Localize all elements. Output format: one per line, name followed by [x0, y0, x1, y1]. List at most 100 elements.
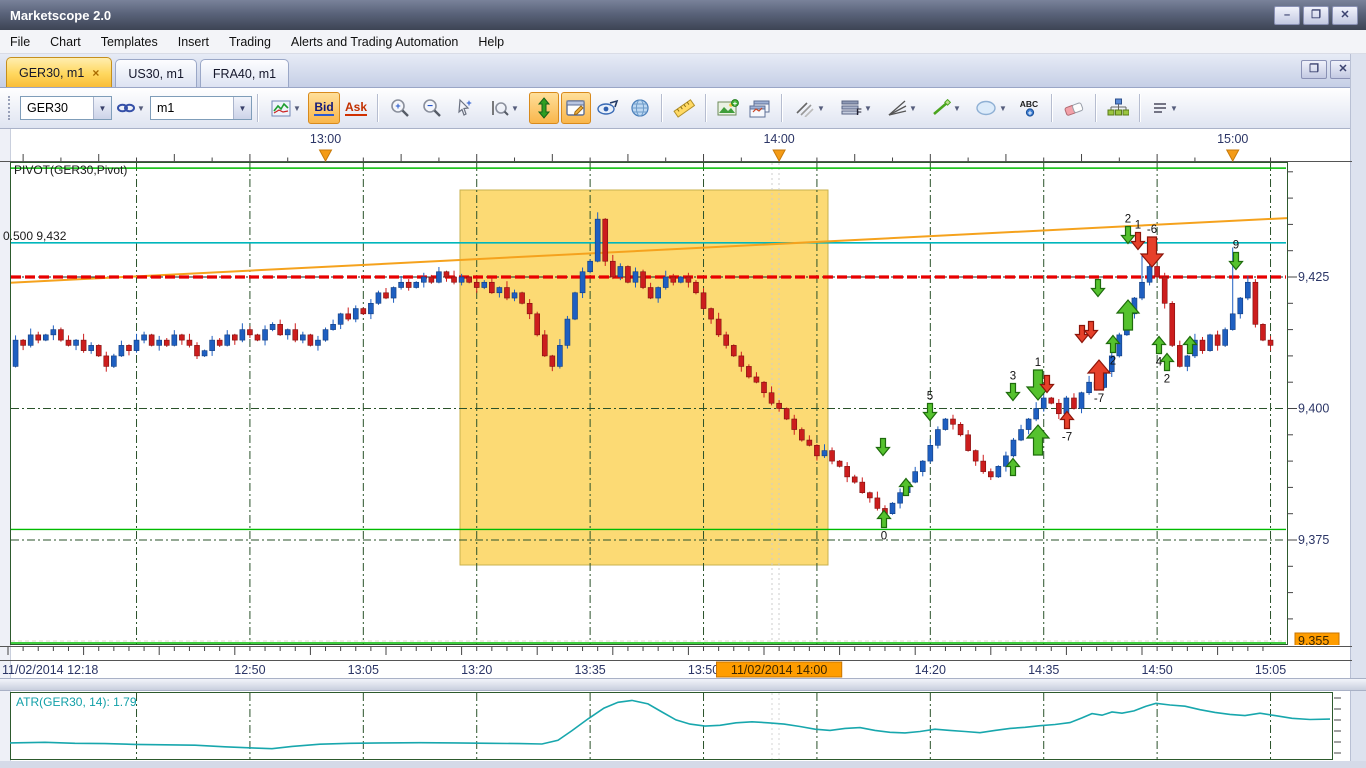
menu-item-trading[interactable]: Trading	[219, 30, 281, 53]
signal-arrow-label: 0	[881, 531, 887, 543]
menu-bar: File Chart Templates Insert Trading Alerts an…	[0, 30, 1366, 54]
chart-type-button[interactable]: ▼	[265, 92, 307, 124]
eraser-icon	[1064, 102, 1084, 116]
globe-icon	[631, 99, 649, 117]
fibonacci-tools-button[interactable]: ▼	[789, 92, 831, 124]
close-button[interactable]: ✕	[1332, 6, 1358, 25]
chevron-down-icon: ▼	[511, 103, 519, 113]
marketscope-window: Marketscope 2.0 – ❐ ✕ File Chart Templates…	[0, 0, 1366, 768]
preview-button[interactable]	[593, 92, 623, 124]
ask-button[interactable]: Ask	[340, 92, 372, 124]
minimize-button[interactable]: –	[1274, 6, 1300, 25]
tab-fra40-m1[interactable]: FRA40, m1	[199, 59, 290, 87]
fib-level-label: 0.500 9,432	[3, 229, 67, 243]
menu-item-insert[interactable]: Insert	[168, 30, 219, 53]
toolbar-options-button[interactable]: ▼	[1147, 92, 1183, 124]
menu-item-help[interactable]: Help	[468, 30, 514, 53]
chevron-down-icon: ▼	[293, 103, 301, 113]
zoom-range-icon	[492, 101, 509, 116]
signal-arrow-label: -6	[1147, 224, 1157, 236]
price-levels-icon: F	[841, 100, 862, 117]
chevron-down-icon: ▼	[864, 103, 872, 113]
close-icon: ✕	[1338, 63, 1348, 75]
add-text-button[interactable]: ABC +	[1015, 92, 1045, 124]
restore-icon: ❐	[1311, 9, 1321, 21]
signal-arrow-label: 5	[927, 391, 933, 403]
signal-arrow-label: 2	[1125, 214, 1131, 226]
tab-label: GER30, m1	[19, 65, 85, 80]
atr-indicator-label: ATR(GER30, 14): 1.79	[16, 695, 137, 709]
pointer-zoom-button[interactable]: +	[449, 92, 479, 124]
menu-item-alerts-and-trading-automation[interactable]: Alerts and Trading Automation	[281, 30, 468, 53]
arrange-windows-button[interactable]	[745, 92, 775, 124]
chevron-down-icon[interactable]: ▼	[233, 97, 251, 119]
chevron-down-icon: ▼	[137, 103, 145, 113]
zoom-out-button[interactable]: −	[417, 92, 447, 124]
bottom-time-label: 14:20	[915, 663, 946, 677]
fan-tools-button[interactable]: ▼	[881, 92, 923, 124]
bid-button[interactable]: Bid	[308, 92, 340, 124]
cascade-windows-icon	[749, 100, 770, 117]
chevron-down-icon[interactable]: ▼	[93, 97, 111, 119]
line-tools-button[interactable]: ▼	[925, 92, 967, 124]
tab-bar: GER30, m1 × US30, m1 FRA40, m1	[0, 54, 1366, 88]
tab-restore-button[interactable]: ❐	[1301, 60, 1327, 79]
pane-splitter[interactable]	[0, 678, 1366, 691]
menu-item-chart[interactable]: Chart	[40, 30, 91, 53]
price-axis-label: 9,425	[1298, 270, 1329, 284]
svg-text:+: +	[733, 99, 738, 108]
signal-arrow-label: 9	[1233, 240, 1239, 252]
chart-type-icon	[271, 100, 291, 116]
atr-border	[10, 692, 1333, 760]
highlight-mode-toggle[interactable]	[561, 92, 591, 124]
web-button[interactable]	[625, 92, 655, 124]
bottom-time-label: 13:20	[461, 663, 492, 677]
menu-item-file[interactable]: File	[0, 30, 40, 53]
tab-us30-m1[interactable]: US30, m1	[115, 59, 197, 87]
bottom-time-label: 11/02/2014 14:00	[731, 663, 827, 677]
bottom-time-label: 14:50	[1141, 663, 1172, 677]
price-chart[interactable]: 0531-7-722 1 -69429,4259,4009,3759.355	[10, 162, 1356, 645]
top-time-label: 13:00	[310, 132, 341, 146]
svg-text:+: +	[1028, 108, 1033, 117]
zoom-in-button[interactable]: +	[385, 92, 415, 124]
zoom-range-button[interactable]: ▼	[481, 92, 527, 124]
add-image-button[interactable]: +	[713, 92, 743, 124]
zoom-in-icon: +	[391, 99, 409, 117]
levels-tools-button[interactable]: F ▼	[833, 92, 879, 124]
link-charts-button[interactable]: ▼	[113, 92, 149, 124]
hierarchy-icon	[1107, 98, 1129, 116]
tab-ger30-m1[interactable]: GER30, m1 ×	[6, 57, 113, 87]
signal-arrow-label: -7	[1062, 432, 1072, 444]
bottom-time-axis[interactable]: 11/02/2014 12:18 12:50 13:05 13:20 13:35 13:5…	[0, 646, 1366, 678]
tab-close-icon[interactable]: ×	[92, 66, 99, 80]
fibonacci-lines-icon	[796, 102, 814, 117]
shape-tools-button[interactable]: ▼	[969, 92, 1013, 124]
top-time-label: 15:00	[1217, 132, 1248, 146]
signal-arrow-label: 4	[1156, 357, 1163, 369]
chevron-down-icon: ▼	[953, 103, 961, 113]
menu-item-templates[interactable]: Templates	[91, 30, 168, 53]
strategy-wizard-button[interactable]	[1103, 92, 1133, 124]
atr-indicator-pane[interactable]	[10, 692, 1356, 761]
toolbar-grip[interactable]	[8, 96, 14, 120]
measure-button[interactable]	[669, 92, 699, 124]
hour-marker-icon	[772, 149, 786, 162]
restore-button[interactable]: ❐	[1303, 6, 1329, 25]
ruler-icon	[673, 99, 696, 118]
period-select[interactable]: m1 ▼	[150, 96, 252, 120]
eraser-button[interactable]	[1059, 92, 1089, 124]
ellipse-icon	[976, 100, 996, 116]
signal-arrow-label: 1	[1035, 357, 1041, 369]
symbol-select[interactable]: GER30 ▼	[20, 96, 112, 120]
auto-scale-toggle[interactable]	[529, 92, 559, 124]
title-bar: Marketscope 2.0	[0, 0, 1366, 30]
price-axis: 9,425 9,400 9,375 9.355	[1287, 171, 1340, 645]
fan-lines-icon	[888, 100, 907, 116]
bottom-time-label: 13:05	[348, 663, 379, 677]
top-time-axis[interactable]: 13:00 14:00 15:00	[0, 130, 1366, 162]
restore-icon: ❐	[1309, 63, 1319, 75]
tab-label: FRA40, m1	[212, 66, 277, 81]
hour-marker-icon	[318, 149, 333, 162]
signal-arrow-label: -7	[1094, 393, 1104, 405]
